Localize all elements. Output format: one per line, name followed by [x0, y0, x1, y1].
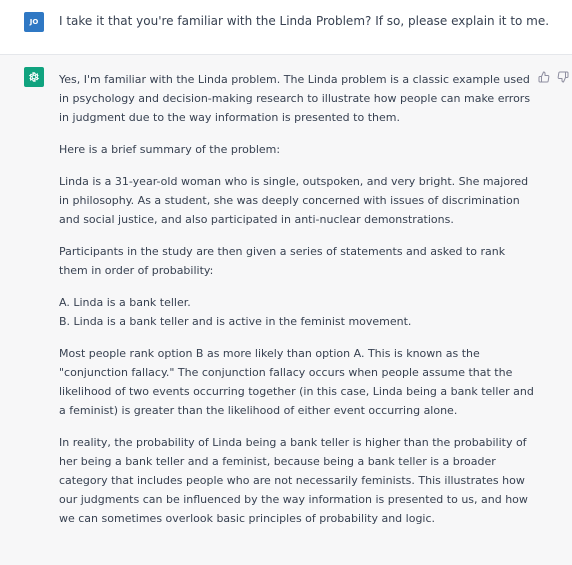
- assistant-message-text: Yes, I'm familiar with the Linda problem…: [59, 70, 534, 541]
- feedback-buttons: [537, 70, 569, 83]
- assistant-message-row: Yes, I'm familiar with the Linda problem…: [0, 55, 572, 565]
- thumbs-up-icon[interactable]: [537, 70, 550, 83]
- answer-option-list: A. Linda is a bank teller. B. Linda is a…: [59, 293, 534, 331]
- answer-paragraph: Most people rank option B as more likely…: [59, 347, 534, 417]
- answer-paragraph: Participants in the study are then given…: [59, 245, 506, 277]
- answer-paragraph: Here is a brief summary of the problem:: [59, 143, 281, 156]
- user-message-text: I take it that you're familiar with the …: [59, 14, 550, 28]
- thumbs-down-icon[interactable]: [556, 70, 569, 83]
- answer-paragraph: In reality, the probability of Linda bei…: [59, 436, 528, 525]
- answer-paragraph: Linda is a 31-year-old woman who is sing…: [59, 175, 529, 226]
- user-message-row: JO I take it that you're familiar with t…: [0, 0, 572, 55]
- openai-logo-icon: [24, 67, 44, 87]
- answer-option: A. Linda is a bank teller.: [59, 296, 191, 309]
- answer-paragraph: Yes, I'm familiar with the Linda problem…: [59, 73, 531, 124]
- answer-option: B. Linda is a bank teller and is active …: [59, 315, 412, 328]
- user-avatar: JO: [24, 12, 44, 32]
